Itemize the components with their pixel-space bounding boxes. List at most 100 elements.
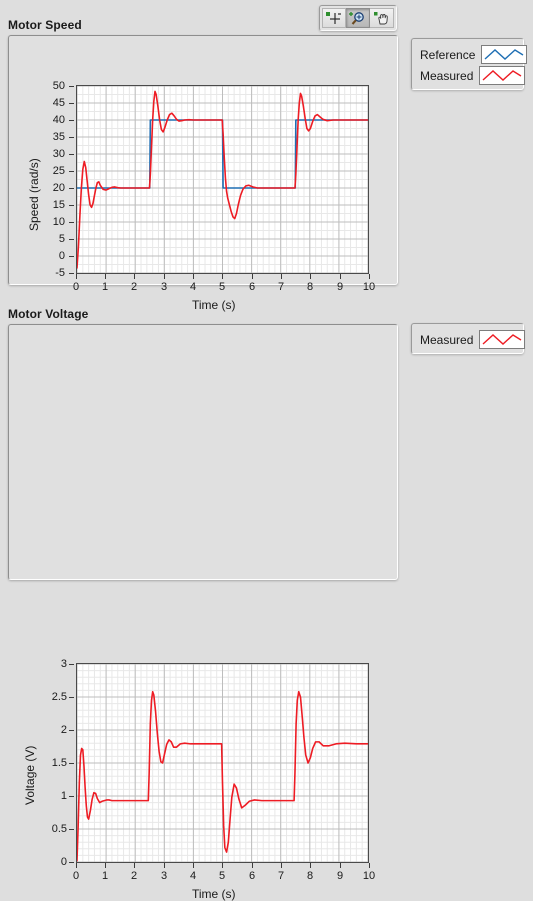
y-axis-tick: 5: [58, 233, 65, 245]
x-axis-tick: 10: [362, 281, 376, 293]
legend-swatch-measured[interactable]: [479, 330, 526, 349]
y-axis-tick: 3: [60, 658, 67, 670]
motor-speed-graph[interactable]: 50 45 40 35 30 25 20 15 10 5 0 -5 Speed …: [8, 35, 398, 312]
y-tickmark: [69, 239, 74, 240]
y-axis-tick: 45: [52, 97, 65, 109]
y-axis-tick: 40: [52, 114, 65, 126]
x-axis-tick: 1: [101, 870, 109, 882]
pan-tool-button[interactable]: [370, 8, 394, 28]
y-tickmark: [69, 829, 74, 830]
x-tickmark: [222, 274, 223, 279]
motor-voltage-legend[interactable]: Measured: [411, 323, 526, 354]
y-tickmark: [69, 154, 74, 155]
y-axis-tick: -5: [55, 267, 65, 279]
x-tickmark: [369, 863, 370, 868]
legend-label-measured: Measured: [420, 332, 474, 347]
x-tickmark: [105, 863, 106, 868]
y-axis-tick: 0: [60, 856, 67, 868]
y-tickmark: [69, 256, 74, 257]
x-tickmark: [369, 274, 370, 279]
motor-speed-plot-area[interactable]: [76, 85, 369, 274]
x-axis-tick: 5: [218, 870, 226, 882]
y-tickmark: [69, 205, 74, 206]
y-tickmark: [69, 763, 74, 764]
y-axis-tick: 0.5: [51, 823, 67, 835]
x-tickmark: [252, 863, 253, 868]
y-axis-tick: 2: [60, 724, 67, 736]
y-tickmark: [69, 862, 74, 863]
y-tickmark: [69, 222, 74, 223]
x-tickmark: [310, 863, 311, 868]
x-tickmark: [193, 274, 194, 279]
y-tickmark: [69, 137, 74, 138]
page-title-motor-voltage: Motor Voltage: [8, 307, 89, 321]
x-axis-title: Time (s): [192, 298, 236, 312]
legend-item[interactable]: Measured: [418, 329, 526, 350]
legend-swatch-measured[interactable]: [479, 66, 526, 85]
x-axis-tick: 2: [130, 870, 138, 882]
y-axis-title: Voltage (V): [23, 745, 37, 805]
y-axis-tick: 50: [52, 80, 65, 92]
legend-item[interactable]: Reference: [418, 44, 528, 65]
x-tickmark: [340, 863, 341, 868]
x-axis-tick: 6: [248, 281, 256, 293]
x-axis-tick: 7: [277, 870, 285, 882]
motor-voltage-graph[interactable]: 3 2.5 2 1.5 1 0.5 0 Voltage (V) 0 1 2 3 …: [8, 324, 398, 901]
x-tickmark: [222, 863, 223, 868]
legend-item[interactable]: Measured: [418, 65, 526, 86]
crosshair-icon: [326, 11, 341, 24]
x-axis-tick: 0: [72, 281, 80, 293]
x-axis-tick: 4: [189, 281, 197, 293]
x-axis-tick: 8: [306, 281, 314, 293]
x-tickmark: [164, 274, 165, 279]
y-tickmark: [69, 273, 74, 274]
motor-speed-legend[interactable]: Reference Measured: [411, 38, 528, 90]
legend-label-measured: Measured: [420, 68, 474, 83]
hand-icon: [373, 11, 388, 24]
x-tickmark: [134, 863, 135, 868]
x-axis-tick: 9: [336, 870, 344, 882]
x-axis-tick: 8: [306, 870, 314, 882]
x-axis-tick: 0: [72, 870, 80, 882]
x-tickmark: [310, 274, 311, 279]
y-tickmark: [69, 664, 74, 665]
line-sample-icon: [484, 49, 524, 60]
x-tickmark: [76, 274, 77, 279]
magnifier-icon: [348, 11, 364, 25]
motor-voltage-plot-area[interactable]: [76, 663, 369, 863]
y-tickmark: [69, 188, 74, 189]
x-tickmark: [105, 274, 106, 279]
x-tickmark: [134, 274, 135, 279]
y-tickmark: [69, 120, 74, 121]
x-axis-tick: 5: [218, 281, 226, 293]
x-axis-title: Time (s): [192, 887, 236, 901]
x-tickmark: [340, 274, 341, 279]
cursor-tool-button[interactable]: [322, 8, 346, 28]
page-title-motor-speed: Motor Speed: [8, 18, 82, 32]
y-tickmark: [69, 171, 74, 172]
x-tickmark: [252, 274, 253, 279]
x-axis-tick: 2: [130, 281, 138, 293]
y-axis-tick: 35: [52, 131, 65, 143]
motor-speed-plot-svg: [77, 86, 368, 273]
x-tickmark: [281, 863, 282, 868]
x-axis-tick: 9: [336, 281, 344, 293]
y-axis-tick: 0: [58, 250, 65, 262]
y-tickmark: [69, 730, 74, 731]
x-axis-tick: 3: [160, 870, 168, 882]
y-axis-tick: 2.5: [51, 691, 67, 703]
x-tickmark: [281, 274, 282, 279]
zoom-tool-button[interactable]: [346, 8, 370, 28]
legend-label-reference: Reference: [420, 47, 476, 62]
y-axis-title: Speed (rad/s): [27, 158, 41, 231]
graph-toolbar[interactable]: [319, 5, 397, 31]
y-tickmark: [69, 86, 74, 87]
y-tickmark: [69, 697, 74, 698]
x-axis-tick: 6: [248, 870, 256, 882]
line-sample-icon: [482, 334, 522, 345]
x-axis-tick: 10: [362, 870, 376, 882]
y-tickmark: [69, 796, 74, 797]
line-sample-icon: [482, 70, 522, 81]
x-axis-tick: 4: [189, 870, 197, 882]
legend-swatch-reference[interactable]: [481, 45, 528, 64]
